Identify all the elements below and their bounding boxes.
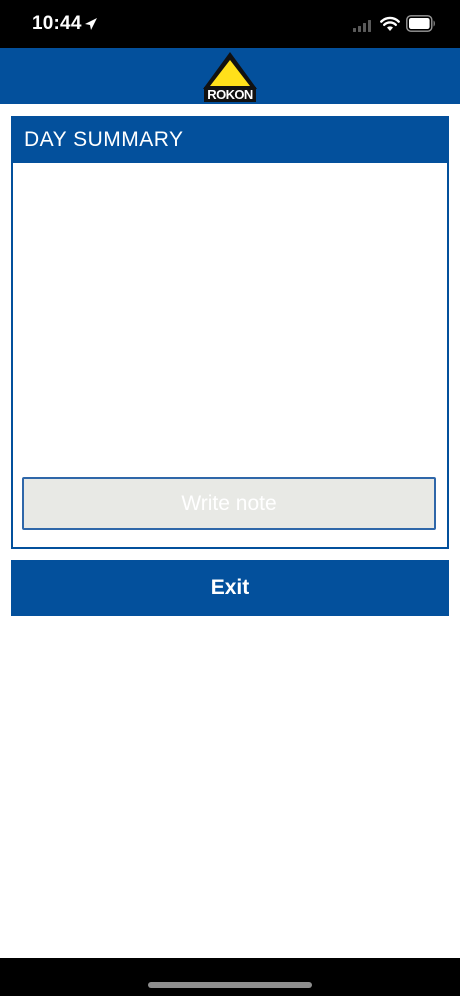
bottom-bar xyxy=(0,958,460,996)
day-summary-card: DAY SUMMARY Write note xyxy=(11,116,449,549)
status-time: 10:44 xyxy=(32,13,82,34)
card-title: DAY SUMMARY xyxy=(24,128,184,151)
rokon-logo: ROKON xyxy=(203,51,257,103)
home-indicator[interactable] xyxy=(148,982,312,988)
cellular-signal-icon xyxy=(353,20,371,32)
app-header: ROKON xyxy=(0,48,460,104)
write-note-button[interactable]: Write note xyxy=(22,477,436,530)
exit-button[interactable]: Exit xyxy=(11,560,449,616)
location-arrow-icon xyxy=(85,18,97,30)
status-bar: 10:44 xyxy=(0,0,460,48)
card-header: DAY SUMMARY xyxy=(13,118,447,163)
wifi-icon xyxy=(380,16,400,31)
battery-icon xyxy=(406,15,435,32)
logo-text: ROKON xyxy=(207,87,253,102)
